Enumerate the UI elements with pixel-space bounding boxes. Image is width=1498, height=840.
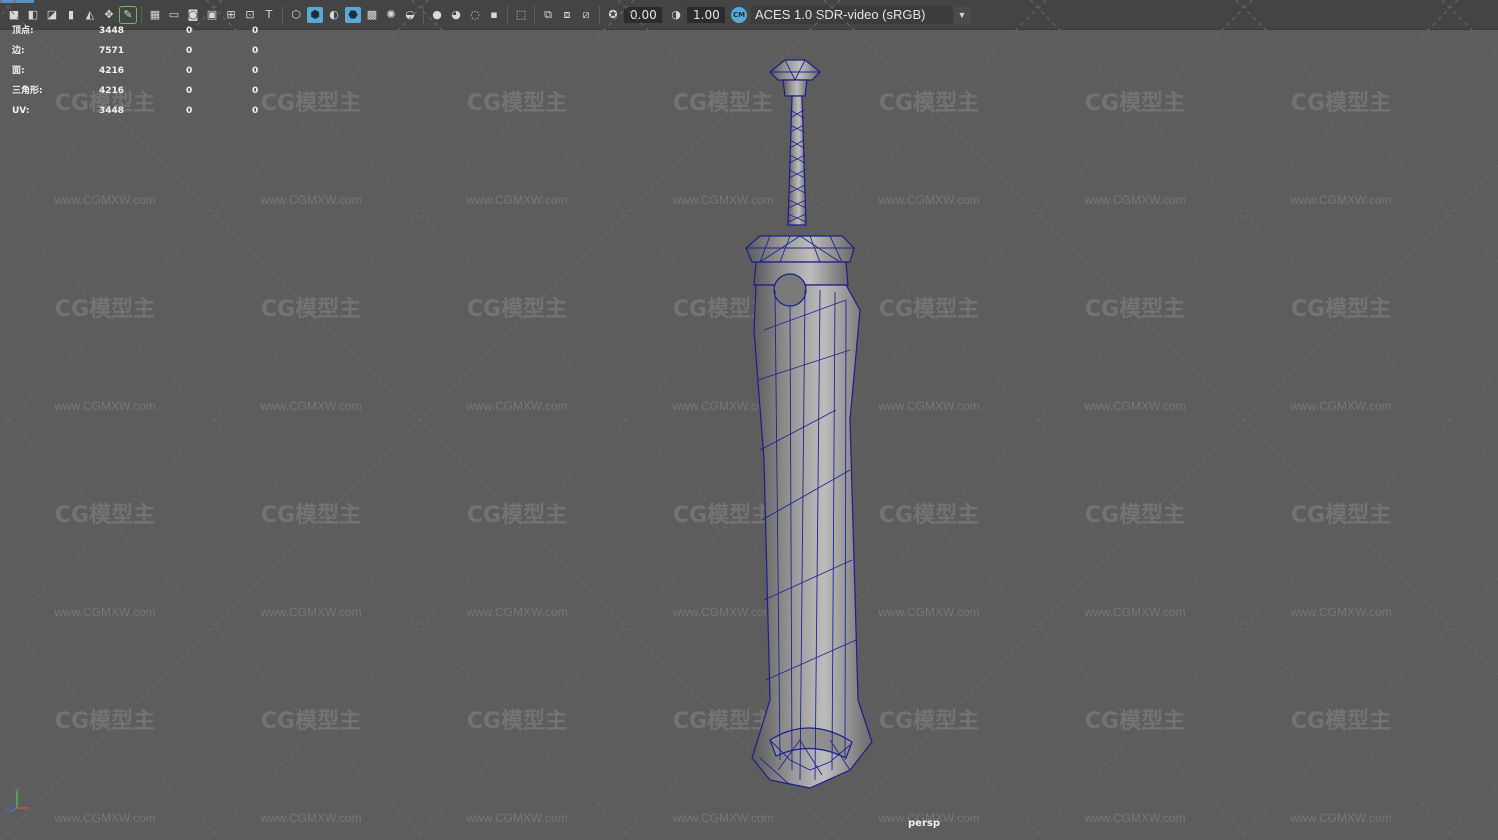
axis-z-label: z — [6, 804, 10, 812]
poly-count-hud: 顶点: 3448 0 0 边: 7571 0 0 面: 4216 0 0 三角形… — [12, 24, 282, 124]
stat-row-uvs: UV: 3448 0 0 — [12, 106, 259, 116]
grip — [787, 95, 807, 226]
stat-row-faces: 面: 4216 0 0 — [12, 66, 259, 76]
axis-gizmo-icon: z y — [6, 786, 29, 813]
sword-model[interactable] — [0, 0, 1498, 840]
pommel — [769, 59, 821, 81]
camera-name-label: persp — [908, 818, 940, 829]
stat-row-vertices: 顶点: 3448 0 0 — [12, 26, 259, 36]
blade — [751, 284, 873, 789]
axis-y-label: y — [15, 786, 19, 794]
crossguard — [745, 235, 855, 263]
stat-row-edges: 边: 7571 0 0 — [12, 46, 259, 56]
blade-ring — [773, 273, 807, 307]
stat-row-triangles: 三角形: 4216 0 0 — [12, 86, 259, 96]
